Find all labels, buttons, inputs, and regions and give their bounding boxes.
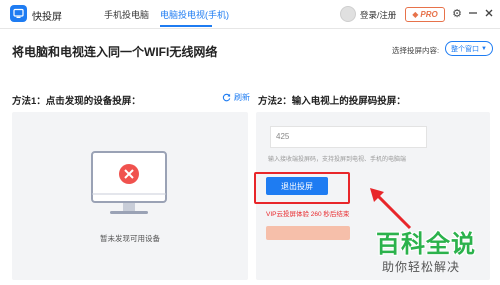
- watermark-logo: 百科全说: [376, 231, 476, 258]
- cast-code-hint: 输入接收端投屏码，支持投屏到电视、手机的电脑端: [268, 157, 407, 163]
- refresh-label: 刷新: [234, 93, 250, 102]
- page-title: 将电脑和电视连入同一个WIFI无线网络: [12, 45, 218, 59]
- method2-title: 方法2：输入电视上的投屏码投屏：: [258, 96, 406, 107]
- minimize-icon[interactable]: [467, 7, 479, 19]
- app-name: 快投屏: [32, 12, 62, 23]
- device-list-panel: 暂未发现可用设备: [12, 112, 248, 280]
- cast-code-input[interactable]: 425: [270, 126, 427, 148]
- close-icon[interactable]: [483, 7, 495, 19]
- vip-trial-text: VIP云投屏体验 260 秒后结束: [266, 211, 350, 218]
- tab-phone-to-pc[interactable]: 手机投电脑: [104, 8, 149, 21]
- method1-title: 方法1：点击发现的设备投屏：: [12, 96, 141, 107]
- refresh-icon: [222, 93, 231, 102]
- gear-icon[interactable]: ⚙: [451, 7, 463, 20]
- diamond-icon: ◆: [412, 10, 419, 19]
- refresh-button[interactable]: 刷新: [222, 92, 250, 103]
- active-tab-indicator: [160, 25, 212, 27]
- app-logo-icon: [10, 5, 27, 22]
- watermark-tagline: 助你轻松解决: [382, 260, 461, 274]
- empty-device-text: 暂未发现可用设备: [100, 234, 160, 243]
- login-register-link[interactable]: 登录/注册: [360, 9, 396, 21]
- monitor-icon: [91, 151, 167, 214]
- chevron-down-icon: ▼: [481, 45, 487, 52]
- avatar[interactable]: [340, 6, 356, 22]
- title-bar: 快投屏 手机投电脑 电脑投电视(手机) 登录/注册 ◆ PRO ⚙: [0, 0, 500, 29]
- content-select-value: 整个窗口: [451, 45, 480, 53]
- tab-pc-to-tv[interactable]: 电脑投电视(手机): [160, 8, 229, 21]
- pro-label: PRO: [420, 10, 438, 19]
- redacted-bar: [266, 226, 350, 240]
- exit-cast-button[interactable]: 退出投屏: [266, 177, 328, 195]
- content-select[interactable]: 整个窗口 ▼: [445, 41, 493, 56]
- pro-badge[interactable]: ◆ PRO: [405, 7, 445, 22]
- content-select-label: 选择投屏内容:: [392, 46, 440, 55]
